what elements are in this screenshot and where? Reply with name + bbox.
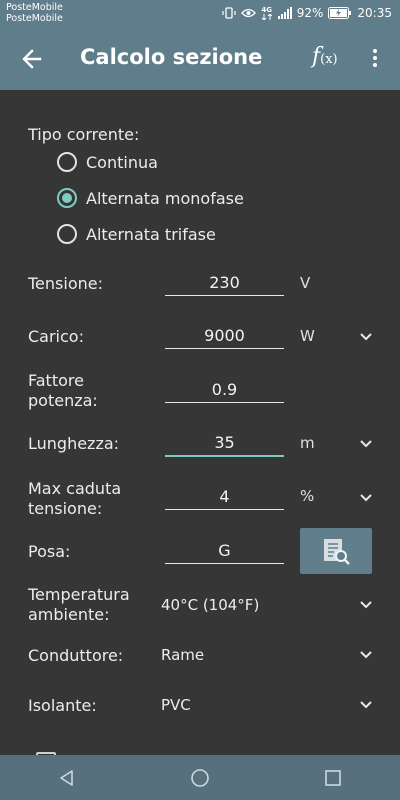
laying-search-button[interactable] [300,528,372,574]
length-label: Lunghezza: [28,434,120,453]
carrier-info: PosteMobile PosteMobile [6,2,63,24]
load-unit-select[interactable]: W [300,327,315,345]
insulation-select[interactable]: PVC [161,696,191,714]
eye-comfort-icon [240,8,256,18]
power-factor-label: Fattore potenza: [28,371,98,411]
battery-percent: 92% [296,6,324,20]
carrier-name-2: PosteMobile [6,12,63,24]
length-input[interactable]: 35 [165,431,284,457]
laying-label: Posa: [28,542,71,561]
radio-alternata-monofase[interactable]: Alternata monofase [57,188,244,208]
load-input[interactable]: 9000 [165,324,284,349]
power-factor-label-line1: Fattore [28,371,84,390]
temperature-label-line2: ambiente: [28,605,110,624]
function-icon: f [312,44,321,69]
vibrate-icon [222,7,236,19]
nav-back-button[interactable] [52,763,82,793]
signal-icon [277,7,292,19]
conductor-label: Conduttore: [28,646,124,665]
chevron-down-icon[interactable] [358,332,374,342]
more-vert-icon [366,49,384,67]
formula-button[interactable]: f(x) [312,44,338,69]
back-button[interactable] [20,47,44,71]
system-nav-bar [0,755,400,800]
function-icon-sub: (x) [320,52,338,67]
laying-input[interactable]: G [165,539,284,564]
network-type-icon: 4G [261,5,273,20]
radio-label: Continua [86,152,158,172]
status-bar: PosteMobile PosteMobile 4G 92% 20:35 [0,0,400,28]
temperature-label: Temperatura ambiente: [28,585,130,625]
square-recents-icon [325,769,342,786]
insulation-label: Isolante: [28,696,97,715]
clock: 20:35 [357,6,392,20]
chevron-down-icon[interactable] [358,650,374,660]
radio-unchecked-icon [57,152,77,172]
max-drop-unit-select[interactable]: % [300,487,314,505]
chevron-down-icon[interactable] [358,600,374,610]
radio-unchecked-icon [57,224,77,244]
max-drop-label: Max caduta tensione: [28,479,121,519]
nav-home-button[interactable] [185,763,215,793]
temperature-select[interactable]: 40°C (104°F) [161,596,259,614]
page-title: Calcolo sezione [80,45,263,69]
length-unit-select[interactable]: m [300,434,315,452]
power-factor-label-line2: potenza: [28,391,98,410]
app-bar: Calcolo sezione f(x) [0,28,400,90]
voltage-unit: V [300,274,311,292]
carrier-name-1: PosteMobile [6,2,63,13]
triangle-back-icon [59,769,73,786]
chevron-down-icon[interactable] [358,439,374,449]
current-type-label: Tipo corrente: [28,125,140,144]
radio-label: Alternata trifase [86,224,216,244]
radio-checked-icon [57,188,77,208]
load-label: Carico: [28,327,84,346]
status-icons: 4G 92% 20:35 [222,6,392,20]
temperature-label-line1: Temperatura [28,585,130,604]
nav-recents-button[interactable] [318,763,348,793]
network-type-label: 4G [261,5,273,14]
arrow-left-icon [22,49,42,69]
voltage-input[interactable]: 230 [165,271,284,296]
document-search-icon [324,539,350,565]
chevron-down-icon[interactable] [358,493,374,503]
power-factor-input[interactable]: 0.9 [165,378,284,403]
conductor-select[interactable]: Rame [161,646,204,664]
radio-continua[interactable]: Continua [57,152,158,172]
radio-label: Alternata monofase [86,188,244,208]
max-drop-label-line2: tensione: [28,499,103,518]
max-drop-input[interactable]: 4 [165,485,284,510]
chevron-down-icon[interactable] [358,700,374,710]
voltage-label: Tensione: [28,274,103,293]
battery-charging-icon [328,7,352,19]
more-options-button[interactable] [366,49,384,71]
circle-home-icon [191,768,209,787]
max-drop-label-line1: Max caduta [28,479,122,498]
radio-alternata-trifase[interactable]: Alternata trifase [57,224,216,244]
